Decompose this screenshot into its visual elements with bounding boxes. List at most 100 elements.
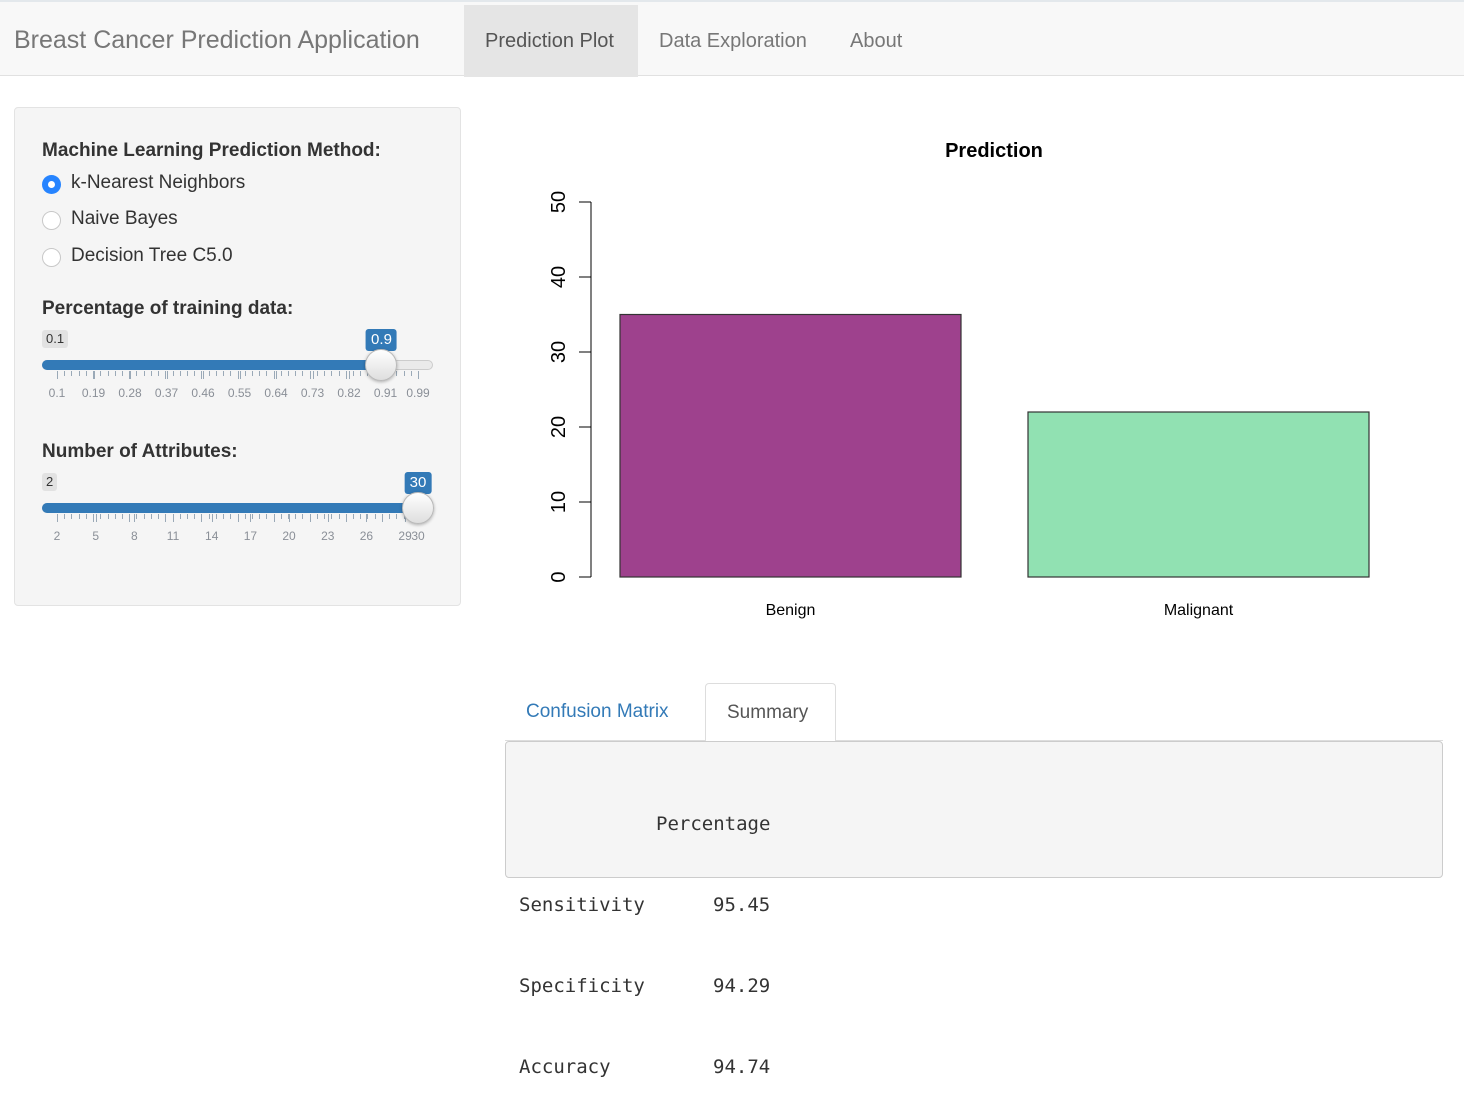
slider-major-tick xyxy=(312,371,314,379)
slider-minor-tick xyxy=(353,514,355,519)
slider-minor-tick xyxy=(165,514,167,522)
slider-tick-label: 0.37 xyxy=(154,386,179,400)
slider-minor-tick xyxy=(381,514,383,522)
slider-minor-tick xyxy=(295,371,297,376)
slider-value-label: 0.9 xyxy=(366,329,397,356)
slider-minor-tick xyxy=(100,371,102,376)
slider-minor-tick xyxy=(338,371,340,376)
tab-summary[interactable]: Summary xyxy=(705,683,836,742)
slider-minor-tick xyxy=(324,514,326,519)
attributes-label: Number of Attributes: xyxy=(42,441,238,462)
sidebar-panel: Machine Learning Prediction Method: k-Ne… xyxy=(14,107,461,606)
nav-tab-data-exploration[interactable]: Data Exploration xyxy=(638,5,828,77)
radio-checked-icon[interactable] xyxy=(42,175,61,194)
slider-minor-tick xyxy=(410,371,412,376)
slider-major-tick xyxy=(57,514,58,522)
slider-minor-tick xyxy=(121,371,123,376)
slider-minor-tick xyxy=(172,371,174,376)
slider-tick-label: 2 xyxy=(53,529,61,543)
method-label: Machine Learning Prediction Method: xyxy=(42,140,381,161)
slider-minor-tick xyxy=(316,514,318,519)
slider-minor-tick xyxy=(85,514,87,519)
slider-handle[interactable] xyxy=(365,349,398,381)
slider-minor-tick xyxy=(194,514,196,519)
bar-benign xyxy=(619,313,962,578)
slider-handle[interactable] xyxy=(402,492,434,524)
y-tick-label: 10 xyxy=(548,491,570,513)
y-tick-label: 50 xyxy=(548,191,570,213)
slider-major-tick xyxy=(250,514,252,522)
slider-minor-tick xyxy=(194,371,196,376)
slider-tick-label: 14 xyxy=(205,529,219,543)
summary-header: Percentage xyxy=(656,813,771,835)
slider-minor-tick xyxy=(129,514,131,522)
slider-minor-tick xyxy=(345,514,347,522)
slider-minor-tick xyxy=(201,514,203,522)
slider-tick-label: 5 xyxy=(92,529,100,543)
slider-minor-tick xyxy=(71,514,73,519)
slider-minor-tick xyxy=(396,514,398,519)
slider-tick-label: 0.28 xyxy=(118,386,142,400)
slider-minor-tick xyxy=(338,514,340,519)
slider-minor-tick xyxy=(179,514,181,519)
slider-major-tick xyxy=(203,371,205,379)
slider-tick-label: 0.19 xyxy=(81,386,106,400)
y-tick-label: 0 xyxy=(548,571,570,582)
slider-minor-tick xyxy=(288,371,290,376)
slider-major-tick xyxy=(173,514,175,522)
slider-minor-tick xyxy=(251,371,253,376)
slider-minor-tick xyxy=(230,371,232,376)
slider-minor-tick xyxy=(367,514,369,519)
slider-tick-label: 11 xyxy=(166,529,180,543)
slider-major-tick xyxy=(57,371,58,379)
slider-minor-tick xyxy=(374,514,376,519)
summary-row: Accuracy 94.74 xyxy=(519,1054,1429,1081)
slider-major-tick xyxy=(166,371,168,379)
nav-tab-prediction-plot[interactable]: Prediction Plot xyxy=(464,5,638,77)
slider-min-label: 2 xyxy=(42,473,58,491)
radio-unchecked-icon[interactable] xyxy=(42,211,61,230)
slider-major-tick xyxy=(134,514,136,522)
slider-minor-tick xyxy=(150,514,152,519)
slider-minor-tick xyxy=(403,371,405,376)
slider-minor-tick xyxy=(266,371,268,376)
attributes-slider[interactable]: 2 2 5 8 11 14 17 20 23 26 29 30 30 xyxy=(42,472,434,563)
navbar: Breast Cancer Prediction Application Pre… xyxy=(0,0,1464,77)
slider-minor-tick xyxy=(107,371,109,376)
radio-label: k-Nearest Neighbors xyxy=(71,172,246,193)
slider-minor-tick xyxy=(223,371,225,376)
y-tick-label: 40 xyxy=(548,266,570,288)
slider-tick-label: 23 xyxy=(321,529,335,543)
slider-minor-tick xyxy=(309,371,311,379)
slider-minor-tick xyxy=(64,514,66,519)
slider-minor-tick xyxy=(208,514,210,519)
app-title: Breast Cancer Prediction Application xyxy=(14,26,420,54)
slider-min-label: 0.1 xyxy=(42,330,69,348)
slider-minor-tick xyxy=(266,514,268,519)
training-slider[interactable]: 0.1 0.1 0.19 0.28 0.37 0.46 0.55 0.64 0.73 0.82 0.… xyxy=(42,329,433,420)
radio-unchecked-icon[interactable] xyxy=(42,248,61,267)
slider-minor-tick xyxy=(64,371,66,376)
slider-tick-label: 0.64 xyxy=(264,386,288,400)
output-tabs: Confusion Matrix Summary xyxy=(505,683,1443,742)
slider-minor-tick xyxy=(244,514,246,519)
slider-value-label: 30 xyxy=(404,472,432,499)
slider-major-tick xyxy=(93,371,95,379)
summary-row-value: 94.74 xyxy=(713,1056,771,1078)
slider-major-tick xyxy=(95,514,97,522)
slider-minor-tick xyxy=(273,371,275,379)
slider-minor-tick xyxy=(280,371,282,376)
slider-minor-tick xyxy=(230,514,232,519)
summary-row-name: Sensitivity xyxy=(519,894,645,916)
slider-minor-tick xyxy=(114,514,116,519)
slider-minor-tick xyxy=(273,514,275,522)
slider-major-tick xyxy=(349,371,351,379)
slider-tick-label: 30 xyxy=(411,529,425,543)
nav-tab-about[interactable]: About xyxy=(829,5,923,77)
slider-minor-tick xyxy=(353,371,355,376)
summary-output: Percentage Sensitivity 95.45 Specificity 9… xyxy=(505,741,1443,1078)
slider-minor-tick xyxy=(107,514,109,519)
tab-confusion-matrix[interactable]: Confusion Matrix xyxy=(505,683,690,741)
summary-row-value: 95.45 xyxy=(713,894,771,916)
slider-tick-label: 0.1 xyxy=(48,386,66,400)
